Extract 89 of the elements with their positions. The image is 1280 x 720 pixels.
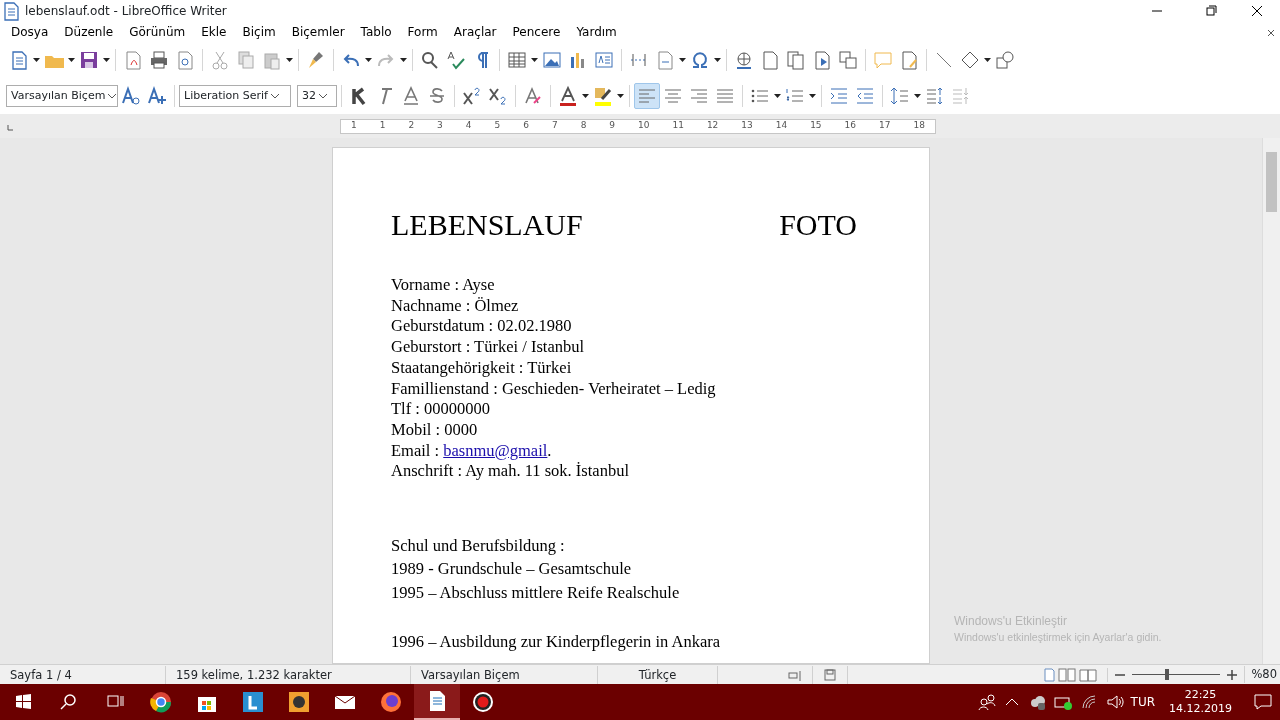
language: Türkçe (638, 667, 677, 682)
ruler-number: 13 (741, 119, 753, 133)
menu-item[interactable]: Araçlar (445, 22, 505, 42)
paragraph-style-field[interactable]: Varsayılan Biçem (6, 85, 118, 107)
menu-item[interactable]: Tablo (352, 22, 400, 42)
cross-reference-icon[interactable] (837, 49, 859, 71)
page-count: Sayfa 1 / 4 (10, 667, 72, 682)
book-view-icon[interactable] (1079, 667, 1098, 682)
ruler-number: 12 (706, 119, 719, 133)
notification-icon[interactable] (1252, 691, 1274, 713)
ruler-number: 9 (609, 119, 616, 133)
vertical-scrollbar[interactable] (1262, 138, 1280, 664)
document-line: Nachname : Ölmez (391, 295, 520, 317)
menu-item[interactable]: Biçemler (283, 22, 353, 42)
menu-item[interactable]: Biçim (234, 22, 284, 42)
line-spacing-icon[interactable] (889, 85, 911, 107)
ruler-number: 14 (775, 119, 788, 133)
shapes-icon[interactable] (994, 49, 1016, 71)
document-line: 1996 – Ausbildung zur Kinderpflegerin in Ankara (391, 631, 722, 654)
update-style-icon[interactable] (120, 85, 142, 107)
superscript-icon[interactable] (461, 85, 483, 107)
menu-item[interactable]: Ekle (193, 22, 235, 42)
font-size-field[interactable]: 32 (297, 85, 337, 107)
ruler-number: 2 (408, 119, 415, 133)
table-icon[interactable] (506, 49, 528, 71)
image-icon[interactable] (541, 49, 563, 71)
ruler-number: 6 (523, 119, 529, 133)
ruler-number: 3 (437, 119, 443, 133)
scrollbar-thumb[interactable] (1266, 152, 1277, 212)
document-line: Email : basnmu@gmail. (391, 440, 553, 462)
menu-item[interactable]: Görünüm (121, 22, 194, 42)
document-title: LEBENSLAUF (391, 208, 583, 242)
people-icon[interactable] (976, 692, 997, 712)
tab-stop-icon (6, 122, 14, 131)
document-line: 1995 – Abschluss mittlere Reife Realschule (391, 581, 681, 604)
text-cursor-icon (788, 668, 802, 682)
document-line: Anschrift : Ay mah. 11 sok. İstanbul (391, 461, 631, 483)
ruler-number: 18 (913, 119, 925, 133)
document-line: Staatangehörigkeit : Türkei (391, 357, 573, 379)
print-icon[interactable] (148, 49, 170, 71)
endnote-icon[interactable] (785, 49, 807, 71)
spelling-icon[interactable] (445, 49, 467, 71)
text-box-icon[interactable] (593, 49, 615, 71)
ruler-number: 10 (638, 119, 650, 133)
ruler-number: 16 (844, 119, 856, 133)
new-style-icon[interactable] (146, 85, 168, 107)
ruler-number: 5 (494, 119, 501, 133)
speaker-icon[interactable] (1104, 692, 1125, 712)
document-line: Mobil : 0000 (391, 419, 479, 441)
ruler-number: 8 (580, 119, 587, 133)
menu-item[interactable]: Dosya (3, 22, 57, 42)
zoom-slider-thumb[interactable] (1165, 669, 1169, 680)
letter-tile-icon (241, 690, 265, 714)
font-name-field[interactable]: Liberation Serif (179, 85, 291, 107)
highlighting-icon[interactable] (592, 85, 614, 107)
ruler-number: 1 (351, 119, 357, 133)
document-line: Geburstdatum : 02.02.1980 (391, 316, 573, 338)
save-status-icon (823, 668, 837, 682)
diamond-icon[interactable] (959, 49, 981, 71)
zoom-level[interactable]: %80 (1251, 666, 1277, 681)
font-color-icon[interactable] (557, 85, 579, 107)
menu-item[interactable]: Düzenle (56, 22, 122, 42)
window-title: lebenslauf.odt - LibreOffice Writer (25, 3, 227, 20)
clock-date[interactable]: 14.12.2019 (1169, 702, 1232, 716)
photo-label: FOTO (779, 208, 857, 242)
save-icon[interactable] (78, 49, 100, 71)
taskbar-app[interactable] (414, 684, 460, 720)
menu-item[interactable]: Yardım (568, 22, 625, 42)
document-line: 1989 - Grundschule – Gesamtschule (391, 558, 633, 581)
menu-item[interactable]: Form (399, 22, 446, 42)
clock-time[interactable]: 22:25 (1169, 688, 1232, 702)
input-language[interactable]: TUR (1130, 693, 1155, 711)
document-line: Schul und Berufsbildung : (391, 535, 566, 558)
ruler-number: 1 (379, 119, 386, 133)
zoom-in-icon[interactable] (1226, 668, 1239, 681)
ruler-number: 17 (879, 119, 891, 133)
menu-item[interactable]: Pencere (504, 22, 569, 42)
document-line: Vorname : Ayse (391, 275, 496, 296)
document-line: Geburstort : Türkei / Istanbul (391, 337, 586, 358)
document-line: Tlf : 00000000 (391, 399, 491, 420)
word-count: 159 kelime, 1.232 karakter (176, 667, 332, 682)
ruler-number: 11 (672, 119, 684, 133)
ruler-number: 7 (551, 119, 558, 133)
document-line: Famillienstand : Geschieden- Verheiratet – Ledig (391, 378, 717, 400)
paragraph-style: Varsayılan Biçem (421, 667, 520, 682)
ruler-number: 15 (810, 119, 822, 133)
ruler-number: 4 (465, 119, 472, 133)
record-icon (471, 690, 495, 714)
multi-page-view-icon[interactable] (1058, 667, 1077, 682)
